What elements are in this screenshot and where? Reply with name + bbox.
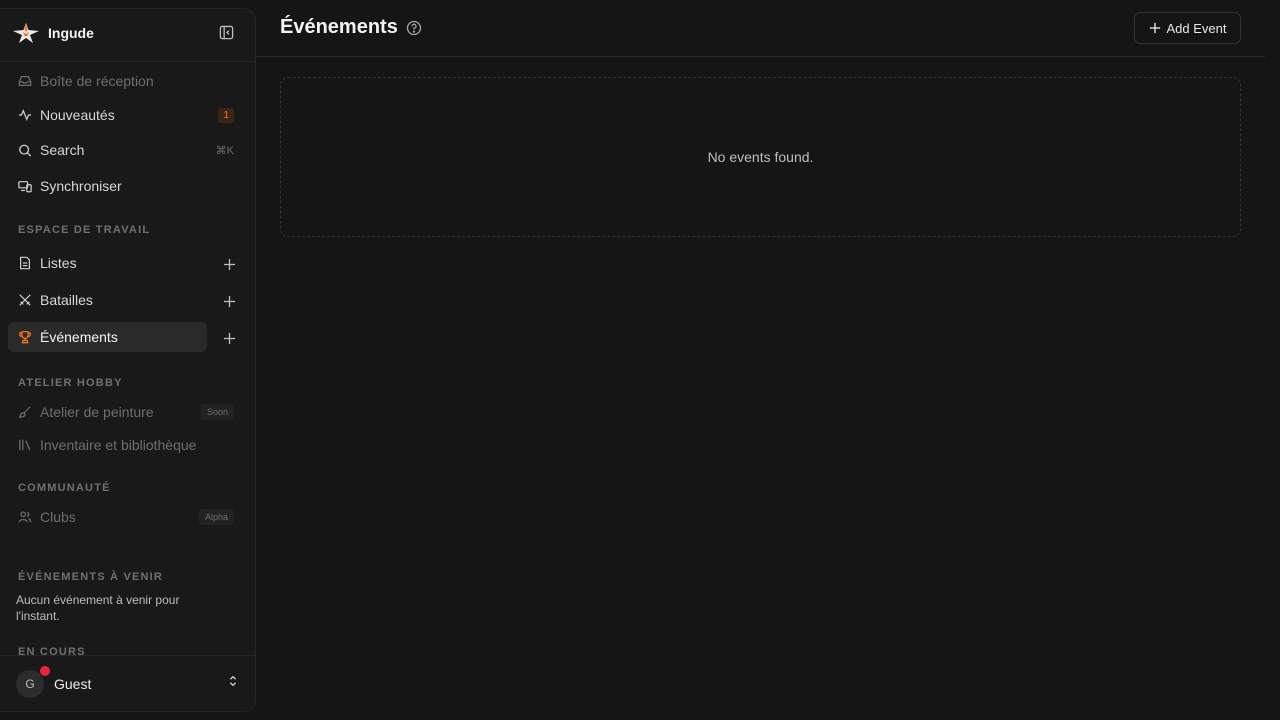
upcoming-empty-text: Aucun événement à venir pour l'instant. bbox=[16, 593, 180, 623]
sidebar-item-search[interactable]: Search ⌘K bbox=[8, 135, 244, 165]
news-count-badge: 1 bbox=[218, 107, 234, 123]
section-label-hobby: ATELIER HOBBY bbox=[18, 377, 123, 389]
devices-sync-icon bbox=[18, 179, 32, 193]
add-event-label: Add Event bbox=[1166, 20, 1227, 36]
sidebar-item-label: Boîte de réception bbox=[40, 73, 154, 89]
users-icon bbox=[18, 510, 32, 524]
sidebar-item-battles[interactable]: Batailles bbox=[8, 285, 207, 315]
plus-icon bbox=[1149, 22, 1160, 34]
activity-icon bbox=[18, 108, 32, 122]
sidebar-item-lists[interactable]: Listes bbox=[8, 248, 207, 278]
sidebar-item-label: Inventaire et bibliothèque bbox=[40, 437, 197, 453]
user-menu[interactable]: G Guest bbox=[0, 655, 255, 711]
help-circle-icon[interactable] bbox=[405, 19, 423, 37]
sidebar-header: Ingude bbox=[0, 9, 255, 57]
page-title: Événements bbox=[280, 16, 398, 38]
sidebar-item-label: Clubs bbox=[40, 509, 76, 525]
add-event-button[interactable]: Add Event bbox=[1134, 12, 1241, 44]
sidebar-item-paint-workshop[interactable]: Atelier de peinture Soon bbox=[8, 397, 244, 427]
file-text-icon bbox=[18, 256, 32, 270]
sidebar-item-label: Batailles bbox=[40, 292, 93, 308]
avatar-initial: G bbox=[25, 676, 35, 691]
library-icon bbox=[18, 438, 32, 452]
main-header: Événements Add Event bbox=[256, 0, 1265, 57]
crossed-swords-icon bbox=[18, 293, 32, 307]
app-name: Ingude bbox=[48, 25, 94, 41]
section-label-workspace: ESPACE DE TRAVAIL bbox=[18, 224, 151, 236]
search-shortcut: ⌘K bbox=[215, 144, 234, 157]
section-label-community: COMMUNAUTÉ bbox=[18, 482, 111, 494]
sidebar-item-label: Listes bbox=[40, 255, 77, 271]
empty-state-text: No events found. bbox=[707, 149, 814, 165]
trophy-icon bbox=[18, 330, 32, 344]
alpha-badge: Alpha bbox=[198, 509, 234, 525]
sidebar-item-clubs[interactable]: Clubs Alpha bbox=[8, 502, 244, 532]
add-battle-icon[interactable] bbox=[220, 292, 238, 310]
add-list-icon[interactable] bbox=[220, 255, 238, 273]
avatar: G bbox=[16, 665, 50, 698]
sidebar-item-sync[interactable]: Synchroniser bbox=[8, 171, 244, 201]
chevrons-up-down-icon bbox=[227, 674, 239, 693]
sidebar-item-inbox[interactable]: Boîte de réception bbox=[8, 66, 244, 96]
collapse-sidebar-icon[interactable] bbox=[217, 23, 235, 41]
sidebar-item-events[interactable]: Événements bbox=[8, 322, 207, 352]
sidebar-item-label: Atelier de peinture bbox=[40, 404, 154, 420]
notification-dot bbox=[40, 665, 50, 676]
section-label-upcoming: ÉVÉNEMENTS À VENIR bbox=[18, 571, 164, 583]
sidebar-item-label: Événements bbox=[40, 329, 118, 345]
app-logo[interactable] bbox=[12, 19, 40, 47]
events-empty-state: No events found. bbox=[280, 77, 1241, 237]
sidebar-item-inventory[interactable]: Inventaire et bibliothèque bbox=[8, 430, 244, 460]
sidebar-item-label: Search bbox=[40, 142, 85, 158]
add-event-icon[interactable] bbox=[220, 329, 238, 347]
sidebar-divider bbox=[0, 61, 255, 62]
user-name: Guest bbox=[54, 675, 92, 692]
soon-badge: Soon bbox=[200, 404, 234, 420]
inbox-icon bbox=[18, 74, 32, 88]
sidebar: Ingude Boîte de réception Nouveautés 1 S… bbox=[0, 8, 256, 712]
sidebar-item-news[interactable]: Nouveautés 1 bbox=[8, 100, 244, 130]
sidebar-item-label: Synchroniser bbox=[40, 178, 122, 194]
search-icon bbox=[18, 143, 32, 157]
sidebar-item-label: Nouveautés bbox=[40, 107, 115, 123]
paintbrush-icon bbox=[18, 405, 32, 419]
